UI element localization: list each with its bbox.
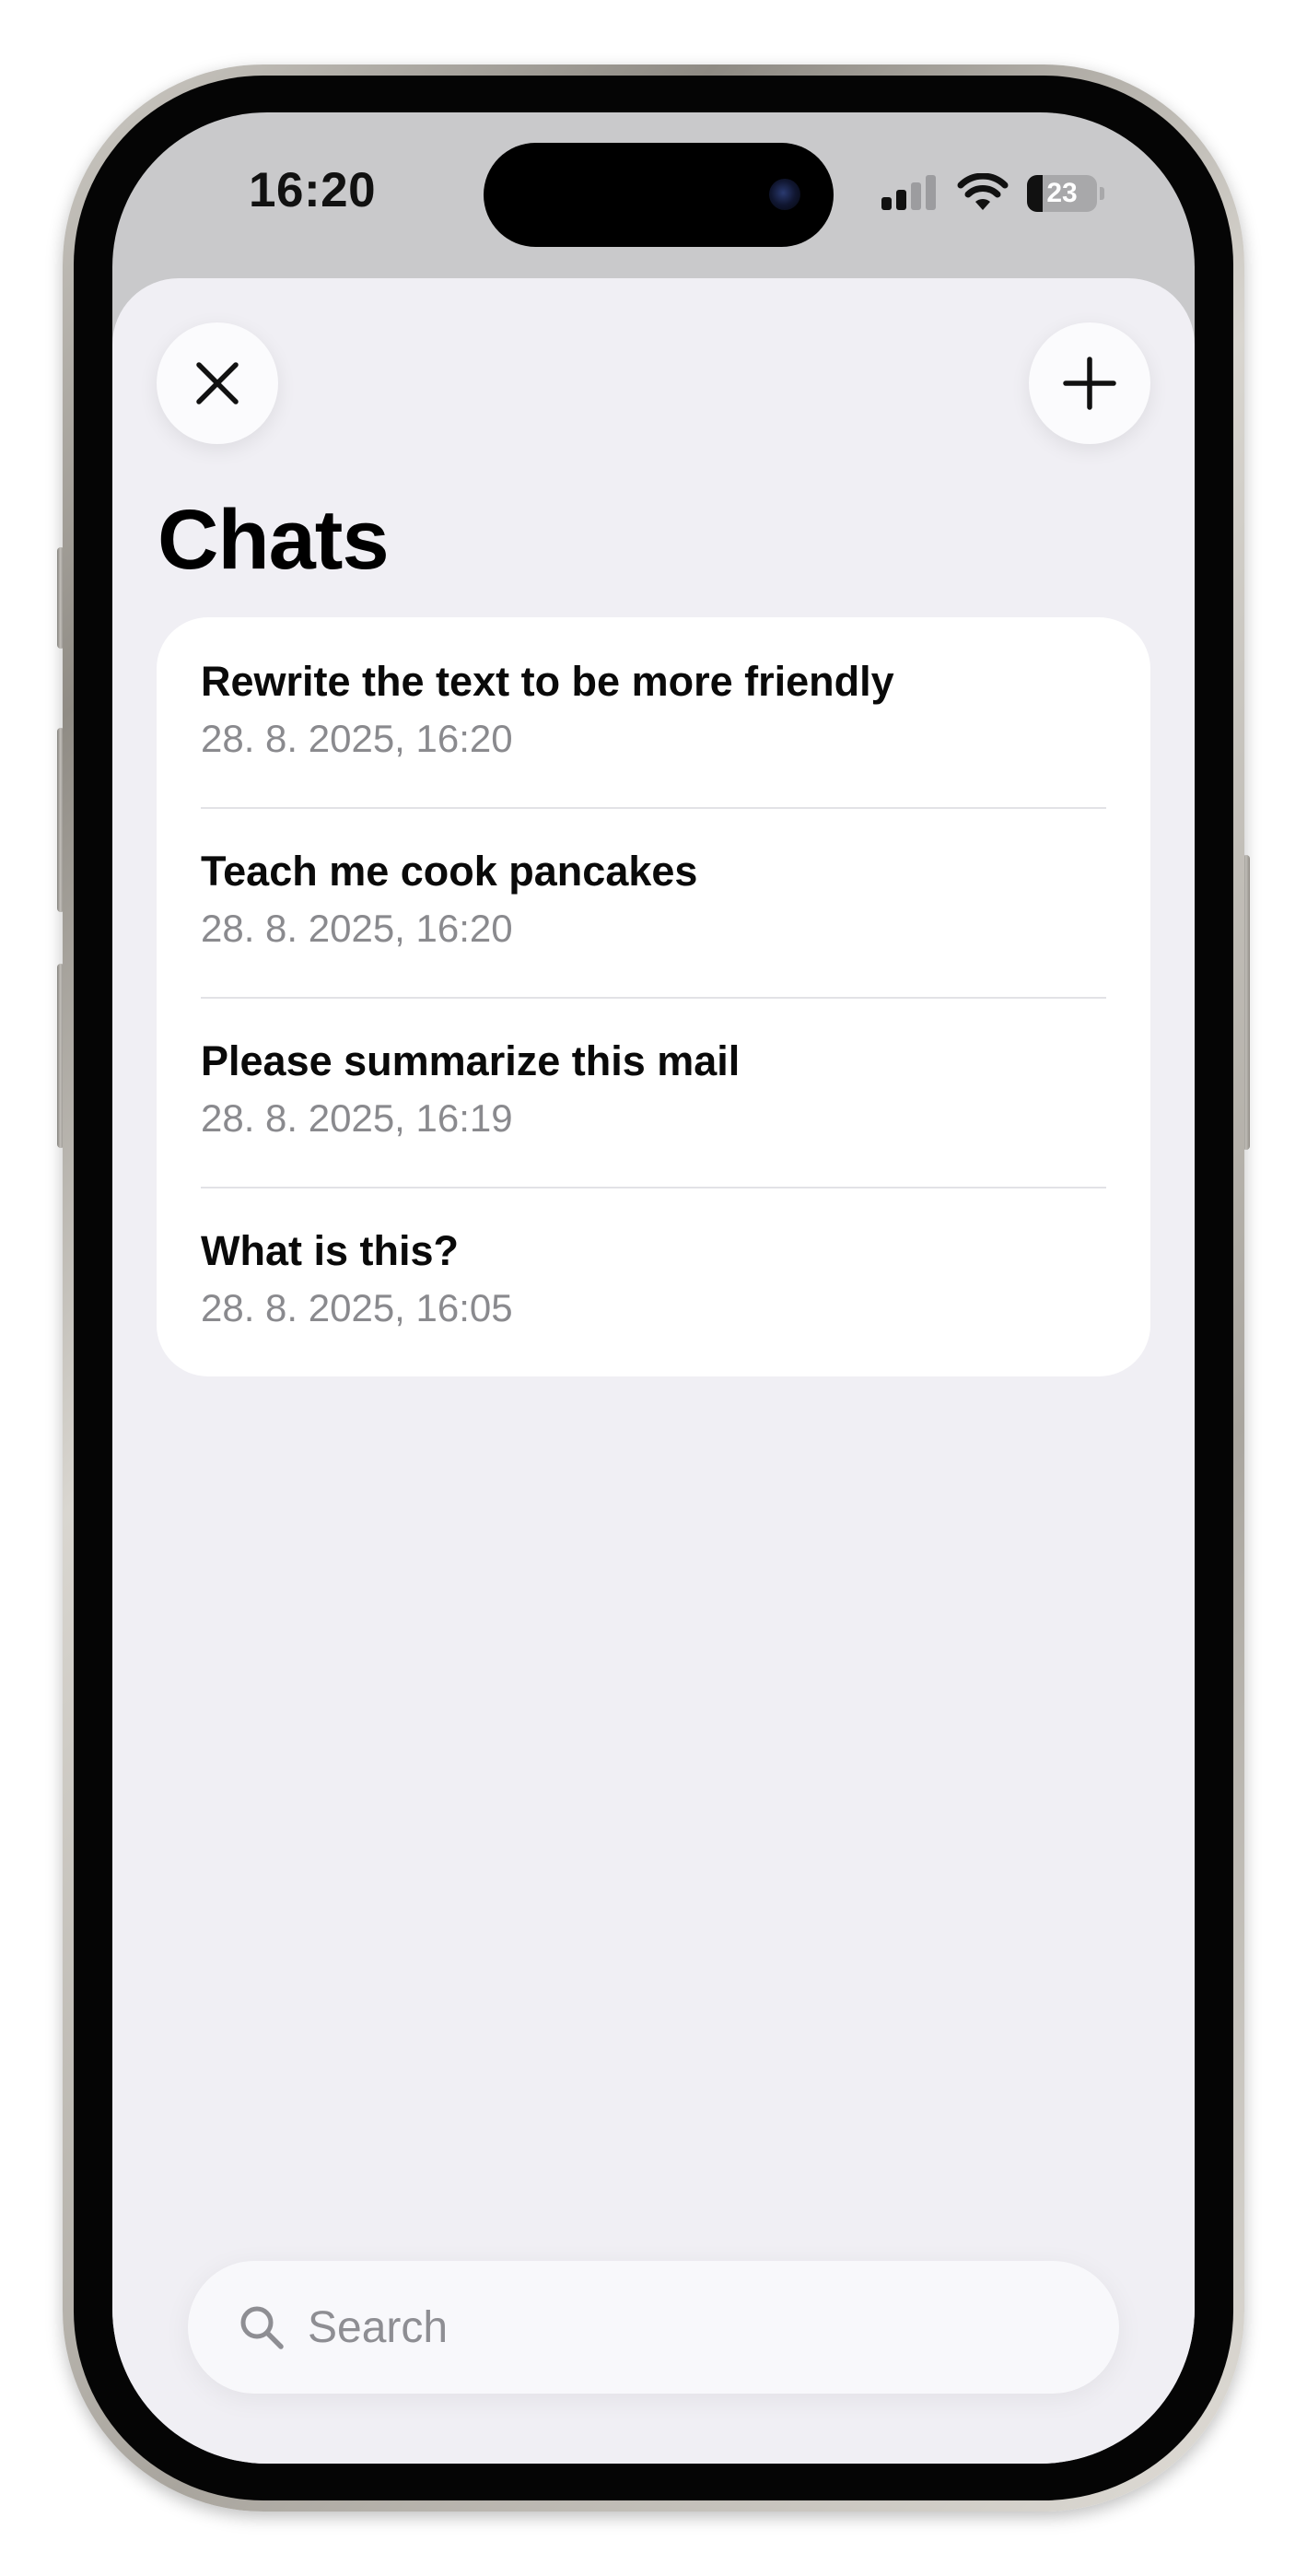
cellular-signal-icon — [881, 173, 940, 214]
signal-bar — [911, 182, 921, 210]
wifi-icon — [957, 173, 1009, 210]
chat-title: What is this? — [201, 1227, 459, 1274]
dynamic-island — [484, 143, 834, 247]
chat-list: Rewrite the text to be more friendly 28.… — [157, 617, 1150, 1376]
signal-bar — [881, 197, 892, 210]
search-bar[interactable] — [188, 2261, 1119, 2394]
chat-list-item[interactable]: Rewrite the text to be more friendly 28.… — [157, 617, 1150, 807]
chat-timestamp: 28. 8. 2025, 16:05 — [201, 1286, 513, 1329]
page: 16:20 23 Chats Rewrite the text to be mo… — [0, 0, 1307, 2576]
status-icons: 23 — [881, 173, 1104, 214]
status-time: 16:20 — [249, 163, 377, 217]
battery-body: 23 — [1027, 175, 1097, 212]
battery-level: 23 — [1046, 178, 1078, 208]
new-chat-button[interactable] — [1029, 322, 1150, 444]
chat-timestamp: 28. 8. 2025, 16:19 — [201, 1096, 513, 1140]
signal-bar — [896, 190, 906, 210]
page-title: Chats — [158, 493, 390, 587]
close-icon — [196, 362, 239, 404]
battery-icon: 23 — [1027, 175, 1104, 212]
plus-icon — [1063, 357, 1116, 410]
phone-screen: 16:20 23 Chats Rewrite the text to be mo… — [112, 112, 1195, 2464]
front-camera — [769, 179, 800, 210]
signal-bar — [926, 175, 936, 210]
chat-timestamp: 28. 8. 2025, 16:20 — [201, 717, 513, 760]
battery-cap — [1100, 187, 1104, 200]
chat-list-item[interactable]: Teach me cook pancakes 28. 8. 2025, 16:2… — [157, 807, 1150, 997]
chats-sheet: Chats Rewrite the text to be more friend… — [112, 278, 1195, 2464]
search-icon — [240, 2306, 284, 2349]
chat-title: Rewrite the text to be more friendly — [201, 658, 894, 705]
chat-title: Please summarize this mail — [201, 1037, 741, 1084]
chat-list-item[interactable]: Please summarize this mail 28. 8. 2025, … — [157, 997, 1150, 1187]
chat-list-item[interactable]: What is this? 28. 8. 2025, 16:05 — [157, 1187, 1150, 1376]
chat-timestamp: 28. 8. 2025, 16:20 — [201, 907, 513, 950]
close-button[interactable] — [157, 322, 278, 444]
search-input[interactable] — [308, 2261, 1063, 2394]
chat-title: Teach me cook pancakes — [201, 848, 698, 895]
